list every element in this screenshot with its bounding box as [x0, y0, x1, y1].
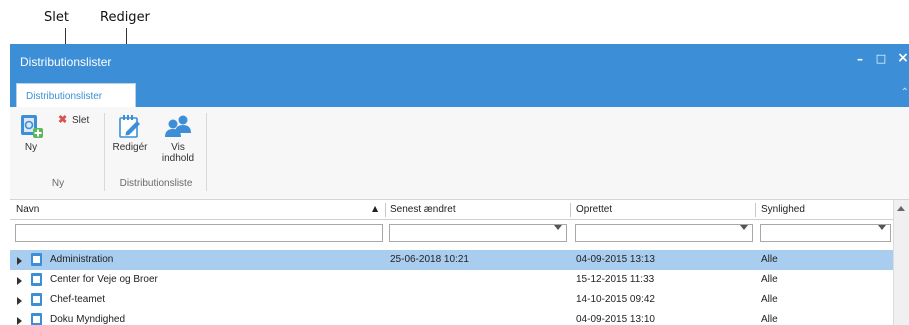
red-x-icon: ✖: [58, 114, 68, 126]
vertical-scrollbar[interactable]: [893, 200, 909, 325]
ribbon-collapse-icon[interactable]: ⌃: [901, 87, 909, 98]
show-content-button[interactable]: Vis indhold: [154, 113, 202, 173]
new-list-icon: [21, 115, 43, 138]
tab-label: Distributionslister: [26, 91, 103, 102]
delete-button[interactable]: ✖ Slet: [58, 113, 102, 129]
cell-name: Chef-teamet: [50, 294, 106, 305]
cell-visibility: Alle: [761, 294, 778, 305]
column-header-modified[interactable]: Senest ændret: [390, 204, 456, 215]
filter-row: [10, 220, 893, 247]
chevron-down-icon: [554, 225, 562, 230]
app-window: Distributionslister – □ × Distributionsl…: [10, 44, 909, 325]
tab-distributionslister[interactable]: Distributionslister: [16, 83, 136, 107]
show-content-label-line1: Vis: [171, 142, 185, 153]
expand-arrow-icon[interactable]: [17, 257, 22, 265]
cell-visibility: Alle: [761, 254, 778, 265]
close-button[interactable]: ×: [893, 50, 909, 66]
table-row[interactable]: Doku Myndighed 04-09-2015 13:10 Alle: [10, 310, 893, 325]
filter-visibility-dropdown[interactable]: [760, 224, 891, 242]
edit-button-label: Redigér: [112, 142, 148, 153]
cell-modified: 25-06-2018 10:21: [390, 254, 469, 265]
cell-name: Doku Myndighed: [50, 314, 126, 325]
cell-name: Administration: [50, 254, 114, 265]
cell-created: 04-09-2015 13:13: [576, 254, 655, 265]
cell-created: 14-10-2015 09:42: [576, 294, 655, 305]
group-label-list: Distributionsliste: [119, 178, 193, 189]
callout-rediger: Rediger: [100, 10, 150, 25]
show-content-label-line2: indhold: [161, 153, 195, 164]
expand-arrow-icon[interactable]: [17, 297, 22, 305]
maximize-button[interactable]: □: [871, 52, 891, 65]
new-button[interactable]: Ny: [12, 113, 50, 157]
group-label-new: Ny: [51, 178, 65, 189]
expand-arrow-icon[interactable]: [17, 317, 22, 325]
distribution-list-grid: Navn ▲ Senest ændret Oprettet Synlighed …: [10, 200, 909, 325]
group-separator: [104, 113, 105, 191]
list-icon: [31, 313, 42, 325]
cell-visibility: Alle: [761, 314, 778, 325]
column-separator[interactable]: [385, 203, 386, 217]
column-header-visibility[interactable]: Synlighed: [761, 204, 805, 215]
table-row[interactable]: Administration 25-06-2018 10:21 04-09-20…: [10, 250, 893, 270]
sort-ascending-icon: ▲: [372, 204, 379, 213]
column-header-name[interactable]: Navn: [16, 204, 39, 215]
window-title: Distributionslister: [20, 55, 112, 69]
chevron-down-icon: [878, 225, 886, 230]
list-icon: [31, 293, 42, 306]
list-icon: [31, 253, 42, 266]
edit-note-icon: [119, 115, 140, 138]
cell-name: Center for Veje og Broer: [50, 274, 158, 285]
group-separator: [206, 113, 207, 191]
callout-slet: Slet: [44, 10, 69, 25]
ribbon-tab-strip: Distributionslister ⌃: [10, 81, 909, 107]
filter-created-dropdown[interactable]: [575, 224, 753, 242]
grid-header: Navn ▲ Senest ændret Oprettet Synlighed: [10, 200, 893, 220]
filter-name-input[interactable]: [15, 224, 383, 242]
table-row[interactable]: Center for Veje og Broer 15-12-2015 11:3…: [10, 270, 893, 290]
expand-arrow-icon[interactable]: [17, 277, 22, 285]
list-icon: [31, 273, 42, 286]
scroll-up-icon[interactable]: [897, 206, 905, 211]
column-header-created[interactable]: Oprettet: [576, 204, 612, 215]
column-separator[interactable]: [755, 203, 756, 217]
filter-modified-dropdown[interactable]: [389, 224, 567, 242]
cell-visibility: Alle: [761, 274, 778, 285]
cell-created: 15-12-2015 11:33: [576, 274, 655, 285]
new-button-label: Ny: [24, 142, 38, 153]
title-bar: Distributionslister – □ ×: [10, 44, 909, 81]
ribbon: Ny ✖ Slet Ny Redigér Vis indhold Distrib…: [10, 107, 909, 200]
edit-button[interactable]: Redigér: [108, 113, 152, 157]
people-icon: [165, 115, 191, 137]
minimize-button[interactable]: –: [850, 52, 870, 66]
table-row[interactable]: Chef-teamet 14-10-2015 09:42 Alle: [10, 290, 893, 310]
column-separator[interactable]: [570, 203, 571, 217]
delete-button-label: Slet: [72, 115, 90, 126]
chevron-down-icon: [740, 225, 748, 230]
cell-created: 04-09-2015 13:10: [576, 314, 655, 325]
